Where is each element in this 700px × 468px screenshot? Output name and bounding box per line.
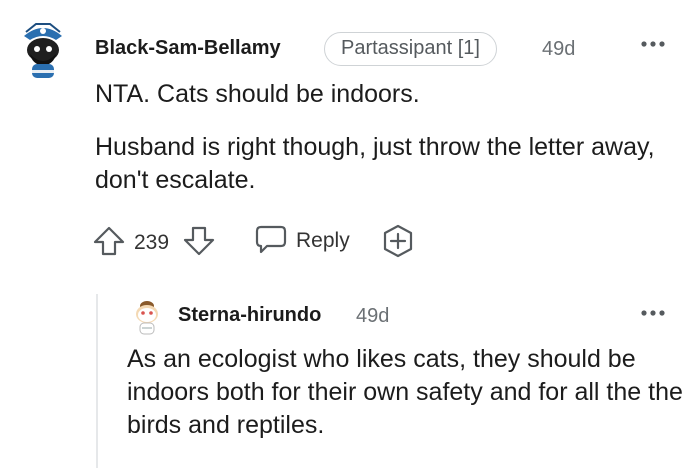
reply-body-paragraph: As an ecologist who likes cats, they sho… xyxy=(127,345,683,439)
reply-button[interactable]: Reply xyxy=(254,224,350,258)
more-options-icon[interactable] xyxy=(638,30,668,54)
reply-label: Reply xyxy=(296,229,350,252)
comment-body-paragraph: NTA. Cats should be indoors. xyxy=(95,80,420,108)
speech-bubble-icon xyxy=(254,223,288,260)
comment-age: 49d xyxy=(542,38,576,60)
thread-line[interactable] xyxy=(96,294,98,468)
upvote-arrow-icon[interactable] xyxy=(92,225,126,257)
pirate-snoo-avatar-icon[interactable] xyxy=(16,18,70,82)
comment-author-username[interactable]: Black-Sam-Bellamy xyxy=(95,37,281,60)
comment-body-paragraph: Husband is right though, just throw the … xyxy=(95,133,655,194)
reply-age: 49d xyxy=(356,305,390,327)
downvote-arrow-icon[interactable] xyxy=(182,225,216,257)
award-plus-icon[interactable] xyxy=(380,223,416,259)
vote-score: 239 xyxy=(134,231,170,254)
snoo-avatar-icon[interactable] xyxy=(130,298,164,336)
more-options-icon[interactable] xyxy=(638,303,668,327)
user-flair-badge: Partassipant [1] xyxy=(324,32,497,66)
reply-author-username[interactable]: Sterna-hirundo xyxy=(178,304,321,327)
